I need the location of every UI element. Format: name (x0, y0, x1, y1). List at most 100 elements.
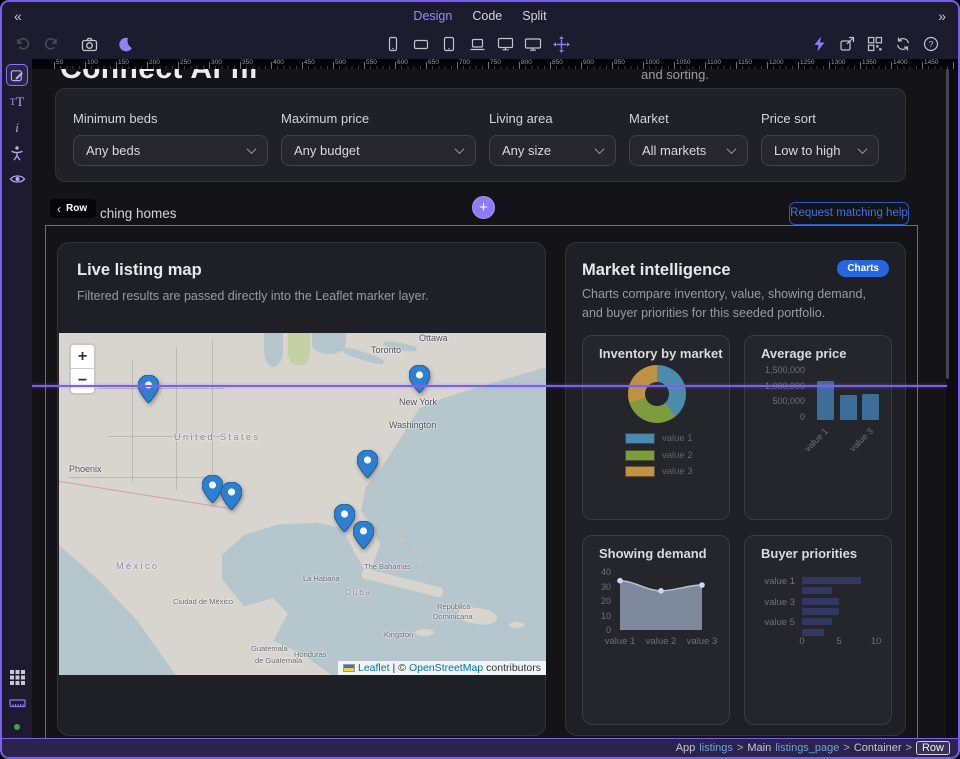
tab-design[interactable]: Design (413, 9, 452, 23)
axis-tick-label: value 2 (638, 636, 684, 647)
map-card-title: Live listing map (77, 261, 202, 280)
filter-select[interactable]: All markets (629, 135, 748, 166)
undo-icon[interactable] (12, 33, 34, 55)
mode-tabs: Design Code Split (413, 9, 546, 23)
map-marker-icon[interactable] (353, 521, 374, 549)
attribution-suffix: contributors (486, 662, 541, 674)
area-chart-svg (617, 572, 705, 634)
screenshot-camera-icon[interactable] (78, 33, 100, 55)
ruler-tick-label: 150 (118, 59, 129, 66)
bar (840, 395, 857, 420)
instant-run-lightning-icon[interactable] (808, 33, 830, 55)
inventory-by-market-chart-card[interactable]: Inventory by market value 1value 2value … (582, 335, 730, 520)
help-icon[interactable]: ? (920, 33, 942, 55)
desktop-device-icon[interactable] (494, 33, 516, 55)
attribution-divider: | (393, 662, 396, 674)
breadcrumb-link[interactable]: listings (699, 742, 733, 754)
map-label: Phoenix (69, 464, 102, 474)
move-resize-icon[interactable] (550, 33, 572, 55)
ruler-tick-label: 800 (521, 59, 532, 66)
filter-bar[interactable]: Minimum bedsAny beds Maximum price Any bud… (55, 88, 906, 182)
vertical-scrollbar[interactable] (946, 69, 949, 379)
redo-icon[interactable] (40, 33, 62, 55)
add-widget-button[interactable]: + (472, 196, 495, 219)
measure-ruler-icon[interactable] (6, 692, 28, 714)
large-display-device-icon[interactable] (522, 33, 544, 55)
filter-label: Price sort (761, 111, 879, 126)
filter-selected-value: All markets (642, 143, 728, 158)
breadcrumb-segment: Main (747, 742, 771, 754)
accessibility-icon[interactable] (6, 142, 28, 164)
svg-text:?: ? (929, 39, 934, 49)
axis-tick-label: 0 (587, 625, 611, 635)
dark-mode-moon-icon[interactable] (114, 33, 136, 55)
buyer-priorities-chart-card[interactable]: Buyer priorities value 1value 3value 505… (744, 535, 892, 725)
market-intelligence-card[interactable]: Market intelligence Charts Charts compar… (565, 242, 906, 736)
map-marker-icon[interactable] (221, 482, 242, 510)
breadcrumb-segment: > (737, 742, 743, 754)
ruler-tick-label: 1050 (676, 59, 690, 66)
leaflet-link[interactable]: Leaflet (358, 662, 390, 674)
filter-select[interactable]: Any budget (281, 135, 476, 166)
filter-market: MarketAll markets (629, 111, 748, 181)
design-canvas[interactable]: Connect AI fil and sorting. Minimum beds… (32, 69, 958, 738)
map-marker-icon[interactable] (138, 375, 159, 403)
eye-preview-icon[interactable] (6, 168, 28, 190)
average-price-chart-card[interactable]: Average price 1,500,0001,000,000500,0000… (744, 335, 892, 520)
zoom-out-button[interactable]: − (71, 369, 94, 393)
page-subtitle-clipped: and sorting. (641, 69, 709, 82)
left-sidebar: TT i (2, 59, 32, 738)
phone-landscape-device-icon[interactable] (410, 33, 432, 55)
text-tool-icon[interactable]: TT (6, 90, 28, 112)
filter-select[interactable]: Low to high (761, 135, 879, 166)
filter-select[interactable]: Any beds (73, 135, 268, 166)
breadcrumb-current[interactable]: Row (916, 741, 950, 755)
request-matching-help-button[interactable]: Request matching help (789, 202, 909, 225)
map-marker-icon[interactable] (202, 475, 223, 503)
map-marker-icon[interactable] (409, 365, 430, 393)
ruler-tick-label: 500 (335, 59, 346, 66)
widgets-grid-icon[interactable] (6, 666, 28, 688)
selection-tag-row[interactable]: ‹Row (50, 199, 96, 218)
map-marker-icon[interactable] (334, 504, 355, 532)
collapse-left-icon[interactable]: « (14, 8, 22, 24)
laptop-device-icon[interactable] (466, 33, 488, 55)
ruler: 5010015020025030035040045050055060065070… (32, 59, 958, 69)
zoom-in-button[interactable]: + (71, 345, 94, 369)
status-bar: Applistings>Mainlistings_page>Container>… (2, 738, 958, 757)
map-label: Kingston (384, 630, 413, 639)
breadcrumb-link[interactable]: listings_page (775, 742, 839, 754)
info-inspect-icon[interactable]: i (6, 116, 28, 138)
qr-code-icon[interactable] (864, 33, 886, 55)
ruler-tick-label: 50 (56, 59, 63, 66)
filter-label: Maximum price (281, 111, 476, 126)
phone-device-icon[interactable] (382, 33, 404, 55)
filter-minimum-beds: Minimum bedsAny beds (73, 111, 268, 181)
alignment-guide-line (32, 385, 947, 387)
map-label: Ciudad de México (173, 597, 233, 606)
map-label: New York (399, 397, 437, 407)
axis-tick-label: 1,500,000 (745, 365, 805, 375)
filter-selected-value: Any beds (86, 143, 248, 158)
ruler-tick-label: 1250 (800, 59, 814, 66)
tablet-device-icon[interactable] (438, 33, 460, 55)
map-label: La Habana (303, 574, 340, 583)
live-listing-map-card[interactable]: Live listing map Filtered results are pa… (57, 242, 546, 736)
tab-code[interactable]: Code (472, 9, 502, 23)
ruler-tick-label: 1450 (924, 59, 938, 66)
ruler-tick-label: 350 (242, 59, 253, 66)
filter-selected-value: Any size (502, 143, 596, 158)
tab-split[interactable]: Split (522, 9, 546, 23)
map-marker-icon[interactable] (357, 450, 378, 478)
ruler-tick-label: 850 (552, 59, 563, 66)
axis-tick-label: 10 (861, 636, 891, 647)
collapse-right-icon[interactable]: » (938, 8, 946, 24)
openstreetmap-link[interactable]: OpenStreetMap (409, 662, 483, 674)
share-export-icon[interactable] (836, 33, 858, 55)
filter-select[interactable]: Any size (489, 135, 616, 166)
sync-refresh-icon[interactable] (892, 33, 914, 55)
showing-demand-chart-card[interactable]: Showing demand 403020100value 1value 2va… (582, 535, 730, 725)
map-border-line (176, 347, 177, 491)
bar (802, 598, 839, 605)
edit-tool-icon[interactable] (6, 64, 28, 86)
